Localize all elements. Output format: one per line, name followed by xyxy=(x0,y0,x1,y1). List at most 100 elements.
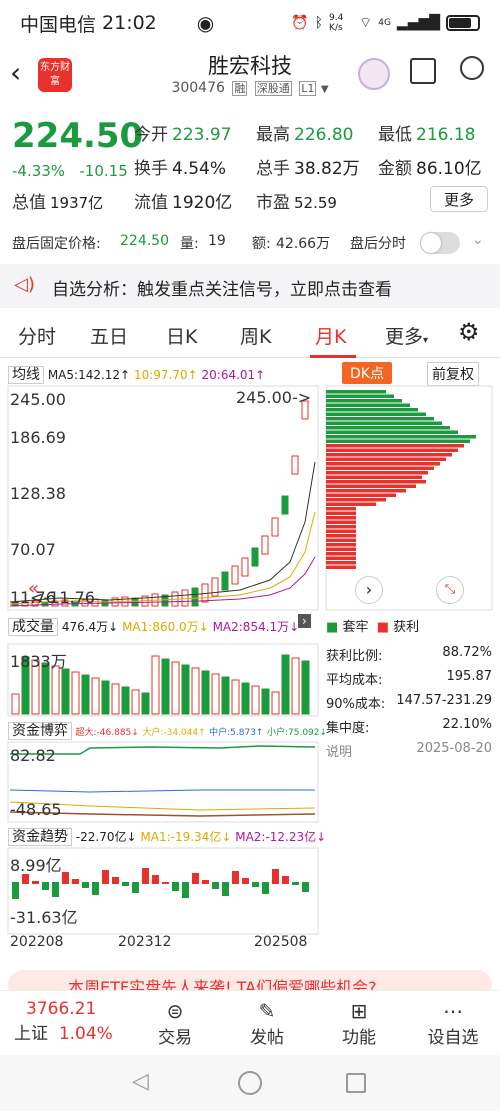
more-button[interactable]: 更多 xyxy=(430,186,488,212)
trend-bar xyxy=(242,878,249,884)
trend-bar xyxy=(52,882,59,897)
after-vol: 19 xyxy=(208,233,226,249)
trend-bar xyxy=(152,875,159,884)
settings-gear-icon[interactable]: ⚙ xyxy=(458,318,480,346)
volume-bar xyxy=(151,655,160,715)
game-selector[interactable]: 资金博弈 xyxy=(8,722,72,740)
float-label: 流值 xyxy=(134,193,168,213)
tab-5day[interactable]: 五日 xyxy=(90,322,128,349)
volume-bar xyxy=(241,682,250,715)
robot-avatar-icon[interactable] xyxy=(358,58,390,90)
add-watchlist-button[interactable]: ⋯ 设自选 xyxy=(420,999,486,1048)
volume-bar xyxy=(281,654,290,715)
after-amt: 42.66万 xyxy=(276,236,331,252)
candle xyxy=(191,587,199,607)
chip-stat-value: 22.10% xyxy=(442,717,492,732)
share-icon[interactable] xyxy=(410,58,436,84)
volume-bar xyxy=(301,660,310,715)
panel-nav-icon[interactable]: › xyxy=(298,614,311,628)
volume-selector[interactable]: 成交量 xyxy=(8,618,58,636)
y-label-2: 186.69 xyxy=(10,428,66,447)
candle xyxy=(221,571,229,591)
trade-label: 交易 xyxy=(158,1028,192,1048)
chevron-down-icon[interactable]: ⌄ xyxy=(472,232,484,248)
change-amount: -10.15 xyxy=(79,162,128,180)
chip-note[interactable]: 说明 xyxy=(326,741,352,760)
y-label-1: 245.00 xyxy=(10,390,66,409)
trend-bar xyxy=(132,882,139,893)
chip-bar xyxy=(326,529,356,533)
function-label: 功能 xyxy=(342,1028,376,1048)
trend-high: 8.99亿 xyxy=(10,856,62,875)
candle xyxy=(181,589,189,607)
game-small: 小户:75.092↓ xyxy=(266,728,328,738)
min-marker: <-11.76 xyxy=(30,588,95,607)
volume-bar xyxy=(141,692,150,715)
after-hours-toggle[interactable] xyxy=(420,232,460,254)
after-time-label: 盘后分时 xyxy=(350,236,406,252)
chip-bar xyxy=(326,457,446,461)
chip-date: 2025-08-20 xyxy=(416,741,492,756)
y-label-3: 128.38 xyxy=(10,484,66,503)
tab-monthly-k[interactable]: 月K xyxy=(315,322,346,349)
chip-bar xyxy=(326,538,356,542)
chip-stat-label: 获利比例: xyxy=(326,649,383,664)
chart-nav-left-icon[interactable]: « xyxy=(28,578,39,599)
post-label: 发帖 xyxy=(250,1028,284,1048)
tab-daily-k[interactable]: 日K xyxy=(166,322,197,349)
volume-value: 38.82万 xyxy=(294,159,360,179)
chip-bar xyxy=(326,448,458,452)
low-label: 最低 xyxy=(378,125,412,145)
chip-bar xyxy=(326,489,406,493)
chip-bar xyxy=(326,543,356,547)
post-icon: ✎ xyxy=(258,999,276,1023)
tab-more[interactable]: 更多▾ xyxy=(385,322,428,349)
chip-bar xyxy=(326,426,450,430)
nav-home-icon[interactable] xyxy=(238,1071,262,1095)
trend-bar xyxy=(172,882,179,891)
chip-bar xyxy=(326,394,394,398)
tab-weekly-k[interactable]: 周K xyxy=(240,322,271,349)
trade-button[interactable]: ⊜ 交易 xyxy=(148,999,202,1048)
nav-recent-icon[interactable] xyxy=(346,1073,366,1093)
mcap-value: 1937亿 xyxy=(50,194,104,212)
date-start: 202208 xyxy=(10,934,64,950)
chip-bar xyxy=(326,462,440,466)
change-pct: -4.33% xyxy=(12,162,66,180)
candle xyxy=(251,547,259,567)
search-icon[interactable] xyxy=(460,56,484,80)
pe-label: 市盈 xyxy=(256,193,290,213)
chip-bar xyxy=(326,444,464,448)
volume-bar xyxy=(191,667,200,715)
trend-bar xyxy=(162,882,169,884)
game-large: 大户:-34.044↑ xyxy=(142,728,206,738)
chevron-down-icon[interactable]: ▼ xyxy=(321,84,329,95)
wifi-icon: ⌔ xyxy=(359,15,373,31)
bottom-bar: 3766.21 上证 1.04% ⊜ 交易 ✎ 发帖 ⊞ 功能 ⋯ 设自选 xyxy=(0,990,500,1055)
tab-timeshare[interactable]: 分时 xyxy=(18,322,56,349)
nav-back-icon[interactable]: ◁ xyxy=(132,1069,149,1094)
game-high: 82.82 xyxy=(10,746,56,765)
chip-stat-label: 集中度: xyxy=(326,721,370,736)
alarm-icon: ⏰ xyxy=(291,15,309,31)
volume-bar xyxy=(51,665,60,715)
stock-code: 300476 xyxy=(171,80,225,96)
legend-profit: 获利 xyxy=(393,620,420,635)
chip-legend: ■ 套牢 ■ 获利 xyxy=(326,620,420,635)
trend-bar xyxy=(42,882,49,890)
trend-selector[interactable]: 资金趋势 xyxy=(8,828,72,846)
index-quote[interactable]: 3766.21 上证 1.04% xyxy=(14,999,124,1044)
post-button[interactable]: ✎ 发帖 xyxy=(240,999,294,1048)
trend-bar xyxy=(102,870,109,884)
chart-nav-right-icon[interactable]: › xyxy=(355,576,383,604)
chip-stat-label: 平均成本: xyxy=(326,673,383,688)
function-button[interactable]: ⊞ 功能 xyxy=(332,999,386,1048)
volume-bar xyxy=(221,676,230,715)
analysis-banner[interactable]: ◁) 自选分析：触发重点关注信号，立即点击查看 xyxy=(0,264,500,308)
expand-icon[interactable]: ⤡ xyxy=(436,576,464,604)
candle xyxy=(241,557,249,577)
dots-icon: ⋯ xyxy=(443,999,463,1023)
chip-bar xyxy=(326,525,356,529)
chip-stat-value: 195.87 xyxy=(446,669,493,684)
clock: 21:02 xyxy=(102,12,157,34)
